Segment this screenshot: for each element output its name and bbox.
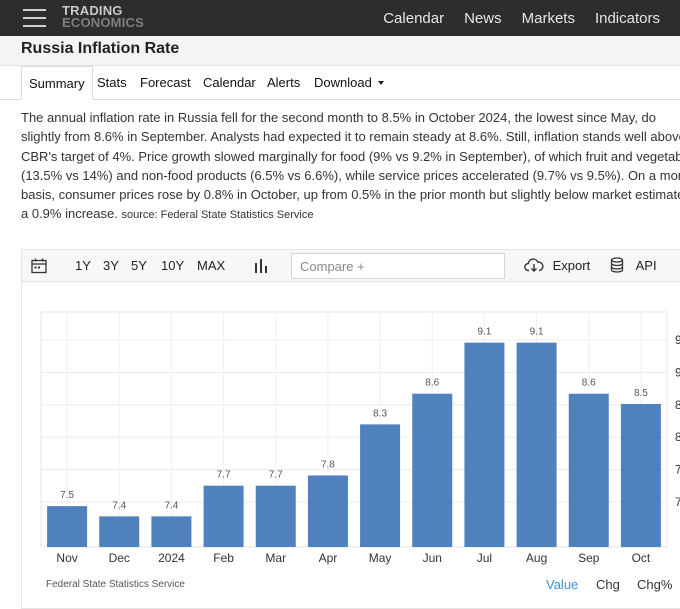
summary-line: basis, consumer prices rose by 0.8% in O… <box>21 187 680 203</box>
tab-alerts[interactable]: Alerts <box>267 66 300 100</box>
x-tick-label: Jul <box>477 551 492 565</box>
y-tick-label: 7 <box>675 463 680 477</box>
data-label: 9.1 <box>530 327 544 338</box>
summary-line: CBR's target of 4%. Price growth slowed … <box>21 148 680 164</box>
bar <box>47 506 88 547</box>
cloud-download-icon <box>524 258 544 273</box>
x-tick-label: Oct <box>632 551 651 565</box>
range-5y-button[interactable]: 5Y <box>131 250 147 282</box>
y-tick-label: 8 <box>675 430 680 444</box>
x-tick-label: May <box>369 551 392 565</box>
range-max-button[interactable]: MAX <box>197 250 225 282</box>
bar <box>412 393 453 547</box>
nav-link-indicators[interactable]: Indicators <box>595 10 660 27</box>
logo[interactable]: TRADING ECONOMICS <box>62 4 144 30</box>
data-label: 7.8 <box>321 459 335 470</box>
data-label: 7.4 <box>112 500 126 511</box>
bar <box>620 403 661 547</box>
chart-toolbar: 1Y 3Y 5Y 10Y MAX Export <box>22 250 680 282</box>
bar <box>99 516 140 547</box>
summary-line: (13.5% vs 14%) and non-food products (6.… <box>21 167 680 183</box>
tab-calendar[interactable]: Calendar <box>203 66 256 100</box>
x-tick-label: Sep <box>578 551 600 565</box>
bar <box>151 516 192 547</box>
page-title: Russia Inflation Rate <box>21 40 180 57</box>
chart-panel: 1Y 3Y 5Y 10Y MAX Export <box>21 249 680 609</box>
nav-link-markets[interactable]: Markets <box>522 10 575 27</box>
tab-download[interactable]: Download <box>314 66 384 100</box>
data-label: 8.5 <box>634 388 648 399</box>
x-tick-label: Nov <box>56 551 77 565</box>
inflation-bar-chart: 9 9 8 8 7 7 7.5 Nov 7.4 Dec 7.4 2024 7.7 Feb 7.7 Mar 7.8… <box>40 311 680 565</box>
bar <box>307 475 348 547</box>
caret-down-icon <box>377 80 384 85</box>
data-label: 7.7 <box>217 470 231 481</box>
tab-bar: Summary Stats Forecast Calendar Alerts D… <box>0 66 680 100</box>
tab-summary[interactable]: Summary <box>21 66 93 100</box>
summary-line-last: a 0.9% increase. source: Federal State S… <box>21 204 680 225</box>
data-label: 9.1 <box>477 327 491 338</box>
range-3y-button[interactable]: 3Y <box>103 250 119 282</box>
top-nav: TRADING ECONOMICS Calendar News Markets … <box>0 0 680 36</box>
data-label: 7.7 <box>269 470 283 481</box>
tab-download-label: Download <box>314 75 372 90</box>
data-label: 7.4 <box>164 500 178 511</box>
x-tick-label: Aug <box>526 551 547 565</box>
bar <box>516 342 557 547</box>
compare-input[interactable] <box>291 253 505 279</box>
calendar-icon[interactable] <box>31 250 47 282</box>
bar <box>464 342 505 547</box>
summary-line: slightly from 8.6% in September. Analyst… <box>21 129 680 145</box>
tab-stats[interactable]: Stats <box>97 66 127 100</box>
logo-line2: ECONOMICS <box>62 15 144 30</box>
x-tick-label: 2024 <box>158 551 185 565</box>
bar <box>568 393 609 547</box>
x-tick-label: Dec <box>109 551 130 565</box>
data-label: 8.3 <box>373 408 387 419</box>
summary-line: The annual inflation rate in Russia fell… <box>21 110 656 125</box>
x-tick-label: Jun <box>423 551 442 565</box>
nav-link-news[interactable]: News <box>464 10 502 27</box>
range-1y-button[interactable]: 1Y <box>75 250 91 282</box>
chgpct-toggle[interactable]: Chg% <box>637 577 672 592</box>
bar <box>360 424 401 547</box>
api-label: API <box>635 258 657 273</box>
value-toggle[interactable]: Value <box>546 577 578 592</box>
data-label: 7.5 <box>60 490 74 501</box>
x-tick-label: Feb <box>213 551 234 565</box>
x-tick-label: Mar <box>265 551 286 565</box>
y-tick-label: 8 <box>675 398 680 412</box>
database-icon <box>610 257 624 273</box>
summary-line-text: a 0.9% increase. <box>21 206 118 222</box>
summary-text: The annual inflation rate in Russia fell… <box>21 108 680 226</box>
y-tick-label: 7 <box>675 495 680 509</box>
range-10y-button[interactable]: 10Y <box>161 250 184 282</box>
export-label: Export <box>552 258 591 273</box>
title-bar: Russia Inflation Rate <box>0 36 680 66</box>
data-label: 8.6 <box>582 378 596 389</box>
summary-source: source: Federal State Statistics Service <box>121 209 314 222</box>
export-button[interactable]: Export <box>524 250 590 282</box>
x-tick-label: Apr <box>319 551 338 565</box>
tab-forecast[interactable]: Forecast <box>140 66 191 100</box>
api-button[interactable]: API <box>610 250 657 282</box>
nav-link-calendar[interactable]: Calendar <box>383 10 444 27</box>
nav-links: Calendar News Markets Indicators <box>383 0 680 36</box>
chart-source: Federal State Statistics Service <box>46 579 185 590</box>
bar-chart-icon[interactable] <box>254 250 268 282</box>
bar <box>203 485 244 547</box>
y-tick-label: 9 <box>675 333 680 347</box>
y-tick-label: 9 <box>675 365 680 379</box>
data-label: 8.6 <box>425 378 439 389</box>
chg-toggle[interactable]: Chg <box>596 577 620 592</box>
menu-icon[interactable] <box>23 9 46 27</box>
bar <box>255 485 296 547</box>
